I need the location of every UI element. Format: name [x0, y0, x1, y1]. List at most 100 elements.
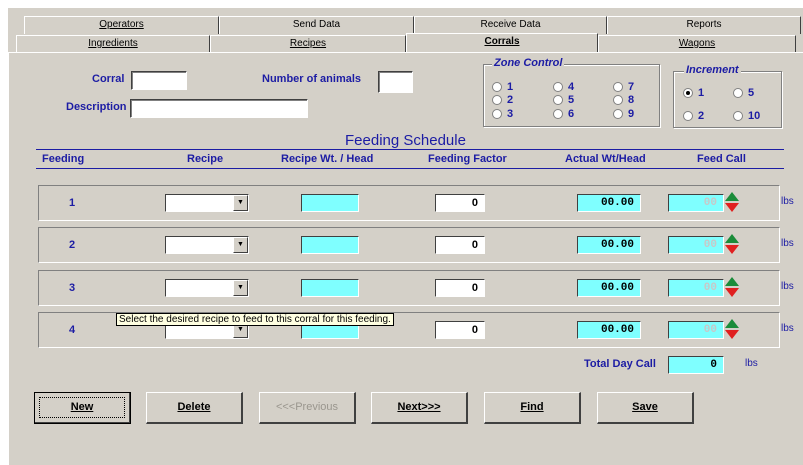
radio-circle [492, 82, 502, 92]
increment-radio-10[interactable]: 10 [733, 110, 760, 122]
next-button[interactable]: Next>>> [371, 392, 468, 424]
increment-radio-2[interactable]: 2 [683, 110, 704, 122]
feed-call-spinner[interactable] [725, 277, 739, 299]
radio-circle [553, 95, 563, 105]
tab-operators[interactable]: Operators [24, 16, 219, 34]
button-label: Save [632, 401, 658, 413]
increment-title: Increment [684, 64, 741, 76]
radio-label: 2 [698, 110, 705, 122]
feeding-factor-input[interactable]: 0 [435, 236, 485, 254]
number-of-animals-label: Number of animals [262, 73, 362, 85]
zone-radio-3[interactable]: 3 [492, 108, 513, 120]
tab-ingredients[interactable]: Ingredients [16, 35, 210, 53]
zone-radio-7[interactable]: 7 [613, 81, 634, 93]
recipe-dropdown[interactable]: ▼ [165, 236, 249, 254]
zone-radio-1[interactable]: 1 [492, 81, 513, 93]
radio-circle [613, 82, 623, 92]
arrow-up-icon[interactable] [725, 319, 739, 328]
radio-label: 4 [568, 81, 575, 93]
save-button[interactable]: Save [597, 392, 694, 424]
total-day-call-field: 0 [668, 356, 724, 374]
feed-call-spinner[interactable] [725, 319, 739, 341]
button-label: Find [520, 401, 544, 413]
button-label: Delete [177, 401, 211, 413]
tab-label: Recipes [289, 38, 327, 49]
feeding-number: 4 [69, 324, 76, 336]
feeding-factor-input[interactable]: 0 [435, 194, 485, 212]
feed-call-spinner[interactable] [725, 192, 739, 214]
header-divider [36, 168, 784, 169]
tab-label: Reports [686, 19, 722, 30]
column-header-feed-call: Feed Call [697, 153, 746, 165]
zone-radio-6[interactable]: 6 [553, 108, 574, 120]
actual-weight-field: 00.00 [577, 321, 641, 339]
radio-label: 1 [507, 81, 514, 93]
previous-button[interactable]: <<<Previous [259, 392, 356, 424]
tab-label: Ingredients [88, 38, 138, 49]
arrow-down-icon[interactable] [725, 330, 739, 339]
new-button[interactable]: New [34, 392, 131, 424]
radio-circle [553, 109, 563, 119]
tab-send-data[interactable]: Send Data [219, 16, 414, 34]
tab-wagons[interactable]: Wagons [598, 35, 796, 53]
tab-receive-data[interactable]: Receive Data [414, 16, 607, 34]
button-label: <<<Previous [275, 401, 339, 413]
zone-control-title: Zone Control [492, 57, 565, 69]
zone-radio-4[interactable]: 4 [553, 81, 574, 93]
increment-radio-1[interactable]: 1 [683, 87, 704, 99]
column-header-feeding-factor: Feeding Factor [428, 153, 507, 165]
radio-label: 6 [568, 108, 575, 120]
tab-corrals[interactable]: Corrals [406, 33, 598, 53]
feeding-number: 2 [69, 239, 76, 251]
feed-call-field[interactable]: 00 [668, 236, 724, 254]
number-of-animals-input[interactable] [378, 71, 413, 93]
find-button[interactable]: Find [484, 392, 581, 424]
feed-call-field[interactable]: 00 [668, 194, 724, 212]
radio-label: 5 [748, 87, 755, 99]
corral-label: Corral [92, 73, 125, 85]
tab-label: Operators [99, 19, 144, 30]
radio-circle [733, 111, 743, 121]
column-header-recipe: Recipe [187, 153, 224, 165]
arrow-down-icon[interactable] [725, 203, 739, 212]
radio-label: 9 [628, 108, 635, 120]
feeding-factor-input[interactable]: 0 [435, 321, 485, 339]
corral-input[interactable] [131, 71, 187, 90]
delete-button[interactable]: Delete [146, 392, 243, 424]
recipe-dropdown[interactable]: ▼ [165, 194, 249, 212]
unit-label: lbs [781, 323, 794, 334]
tab-reports[interactable]: Reports [607, 16, 801, 34]
radio-circle [613, 109, 623, 119]
zone-radio-8[interactable]: 8 [613, 94, 634, 106]
actual-weight-field: 00.00 [577, 236, 641, 254]
increment-radio-5[interactable]: 5 [733, 87, 754, 99]
app-window: Operators Send Data Receive Data Reports… [0, 0, 803, 465]
feed-call-field[interactable]: 00 [668, 321, 724, 339]
radio-circle [492, 95, 502, 105]
radio-label: 8 [628, 94, 635, 106]
column-header-feeding: Feeding [42, 153, 85, 165]
feeding-factor-input[interactable]: 0 [435, 279, 485, 297]
tab-label: Receive Data [480, 19, 541, 30]
arrow-up-icon[interactable] [725, 234, 739, 243]
actual-weight-field: 00.00 [577, 194, 641, 212]
zone-radio-2[interactable]: 2 [492, 94, 513, 106]
zone-radio-5[interactable]: 5 [553, 94, 574, 106]
focus-rect [39, 397, 125, 418]
arrow-down-icon[interactable] [725, 288, 739, 297]
arrow-up-icon[interactable] [725, 192, 739, 201]
dropdown-arrow-icon[interactable]: ▼ [233, 280, 248, 296]
tab-label: Corrals [484, 36, 520, 47]
dropdown-arrow-icon[interactable]: ▼ [233, 237, 248, 253]
feed-call-spinner[interactable] [725, 234, 739, 256]
feed-call-field[interactable]: 00 [668, 279, 724, 297]
tab-recipes[interactable]: Recipes [210, 35, 406, 53]
description-input[interactable] [130, 99, 308, 118]
dropdown-arrow-icon[interactable]: ▼ [233, 195, 248, 211]
feeding-row: 3 ▼ 0 00.00 00 lbs [38, 270, 794, 306]
arrow-down-icon[interactable] [725, 245, 739, 254]
header-divider [36, 149, 784, 150]
zone-radio-9[interactable]: 9 [613, 108, 634, 120]
recipe-dropdown[interactable]: ▼ [165, 279, 249, 297]
arrow-up-icon[interactable] [725, 277, 739, 286]
